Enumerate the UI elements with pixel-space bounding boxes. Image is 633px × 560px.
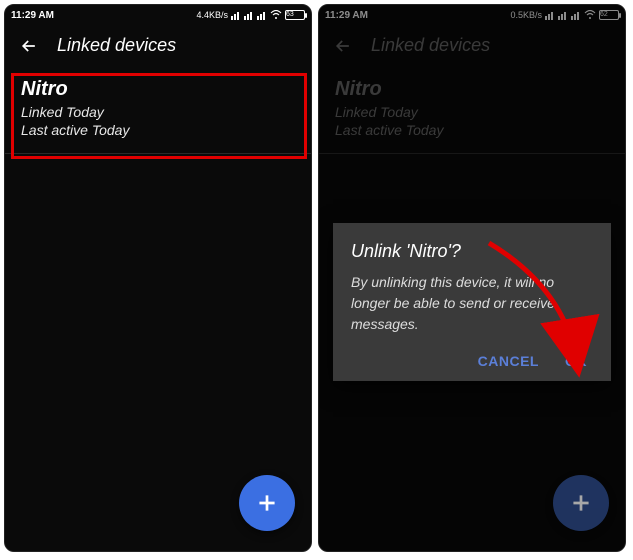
phone-screen-left: 11:29 AM 4.4KB/s 63 Linked devices Nitro… [4,4,312,552]
app-header: Linked devices [5,25,311,66]
lte-icon [231,10,241,20]
dialog-message: By unlinking this device, it will no lon… [351,272,593,335]
plus-icon [254,490,280,516]
device-item[interactable]: Nitro Linked Today Last active Today [5,66,311,154]
add-device-fab[interactable] [553,475,609,531]
status-time: 11:29 AM [11,10,54,21]
status-bar: 11:29 AM 4.4KB/s 63 [5,5,311,25]
dialog-actions: CANCEL OK [351,353,593,369]
dialog-title: Unlink 'Nitro'? [351,241,593,262]
wifi-icon [270,10,282,20]
signal-icon [244,10,254,20]
ok-button[interactable]: OK [565,353,587,369]
plus-icon [568,490,594,516]
phone-screen-right: 11:29 AM 0.5KB/s 62 Linked devices Nitro [318,4,626,552]
status-speed: 4.4KB/s [196,10,228,20]
signal-icon-2 [257,10,267,20]
device-name: Nitro [21,78,295,101]
unlink-dialog: Unlink 'Nitro'? By unlinking this device… [333,223,611,381]
device-linked: Linked Today [21,103,295,121]
cancel-button[interactable]: CANCEL [478,353,539,369]
device-active: Last active Today [21,121,295,139]
battery-icon: 63 [285,10,305,20]
back-arrow-icon[interactable] [19,36,39,56]
page-title: Linked devices [57,35,176,56]
add-device-fab[interactable] [239,475,295,531]
status-indicators: 4.4KB/s 63 [196,10,305,20]
